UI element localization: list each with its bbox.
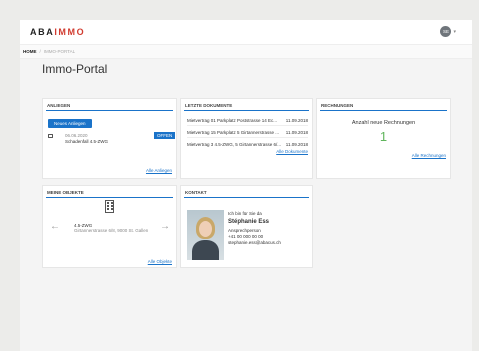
contact-phone[interactable]: +41 00 000 00 00 — [228, 234, 263, 239]
request-title: Schadenfall 4.5-ZWG — [65, 139, 109, 144]
contact-card: KONTAKT Ich bin für Sie da Stéphanie Ess… — [180, 185, 313, 268]
anliegen-card-title: ANLIEGEN — [46, 99, 173, 111]
document-date: 11.09.2018 — [285, 118, 308, 123]
invoices-card-title: RECHNUNGEN — [320, 99, 447, 111]
all-requests-link[interactable]: Alle Anliegen — [146, 168, 172, 173]
brand-logo-part1: ABA — [30, 27, 55, 37]
all-invoices-link[interactable]: Alle Rechnungen — [412, 153, 446, 158]
all-documents-link[interactable]: Alle Dokumente — [276, 149, 308, 154]
status-badge: OFFEN — [154, 132, 176, 139]
breadcrumb-current: IMMO-PORTAL — [43, 49, 76, 54]
contact-role: Ansprechperson — [228, 228, 261, 233]
arrow-right-icon[interactable]: → — [160, 221, 170, 232]
contact-name: Stéphanie Ess — [228, 219, 270, 225]
document-row[interactable]: Mietvertrag 01 Parkplatz Poststrasse 14 … — [187, 118, 308, 126]
objects-card: MEINE OBJEKTE ← → 4.5-ZWG Girtannerstras… — [42, 185, 177, 268]
documents-card-title: LETZTE DOKUMENTE — [184, 99, 309, 111]
user-menu[interactable]: SE ▾ — [440, 26, 456, 37]
new-invoices-count: 1 — [379, 129, 388, 144]
document-date: 11.09.2018 — [285, 142, 308, 147]
new-request-button[interactable]: Neues Anliegen — [48, 119, 92, 128]
document-row[interactable]: Mietvertrag 15 Parkplatz 5 Girtannerstra… — [187, 130, 308, 138]
request-date: 06.06.2020 — [65, 133, 88, 138]
top-bar: ABAIMMO SE ▾ — [20, 20, 472, 45]
chevron-down-icon[interactable]: ▾ — [453, 29, 456, 35]
contact-photo — [187, 210, 224, 260]
document-date: 11.09.2018 — [285, 130, 308, 135]
breadcrumb: HOME / IMMO-PORTAL — [20, 45, 472, 59]
documents-card: LETZTE DOKUMENTE Mietvertrag 01 Parkplat… — [180, 98, 313, 179]
objects-card-title: MEINE OBJEKTE — [46, 186, 173, 198]
page-title: Immo-Portal — [42, 62, 108, 76]
breadcrumb-separator: / — [39, 49, 41, 54]
anliegen-card: ANLIEGEN Neues Anliegen 06.06.2020 OFFEN… — [42, 98, 177, 179]
breadcrumb-home[interactable]: HOME — [23, 49, 37, 54]
contact-intro: Ich bin für Sie da — [228, 211, 262, 216]
invoices-card: RECHNUNGEN Anzahl neue Rechnungen 1 Alle… — [316, 98, 451, 179]
document-name: Mietvertrag 3 4.5-ZWG, 5 Girtannerstrass… — [187, 142, 282, 147]
new-invoices-label: Anzahl neue Rechnungen — [351, 120, 416, 126]
brand-logo-part2: IMMO — [54, 27, 86, 37]
contact-card-title: KONTAKT — [184, 186, 309, 198]
document-name: Mietvertrag 15 Parkplatz 5 Girtannerstra… — [187, 130, 280, 135]
arrow-left-icon[interactable]: ← — [50, 221, 60, 232]
building-icon[interactable] — [105, 200, 114, 213]
message-icon — [48, 134, 53, 138]
app-window: ABAIMMO SE ▾ HOME / IMMO-PORTAL Immo-Porta… — [20, 20, 472, 351]
object-address: Girtannerstrasse 6/8, 9000 St. Gallen — [74, 228, 149, 233]
document-row[interactable]: Mietvertrag 3 4.5-ZWG, 5 Girtannerstrass… — [187, 142, 308, 149]
contact-email[interactable]: stephanie.ess@abacus.ch — [228, 240, 281, 245]
document-name: Mietvertrag 01 Parkplatz Poststrasse 14 … — [187, 118, 278, 123]
avatar[interactable]: SE — [440, 26, 452, 37]
brand-logo[interactable]: ABAIMMO — [30, 27, 85, 37]
all-objects-link[interactable]: Alle Objekte — [148, 259, 172, 264]
